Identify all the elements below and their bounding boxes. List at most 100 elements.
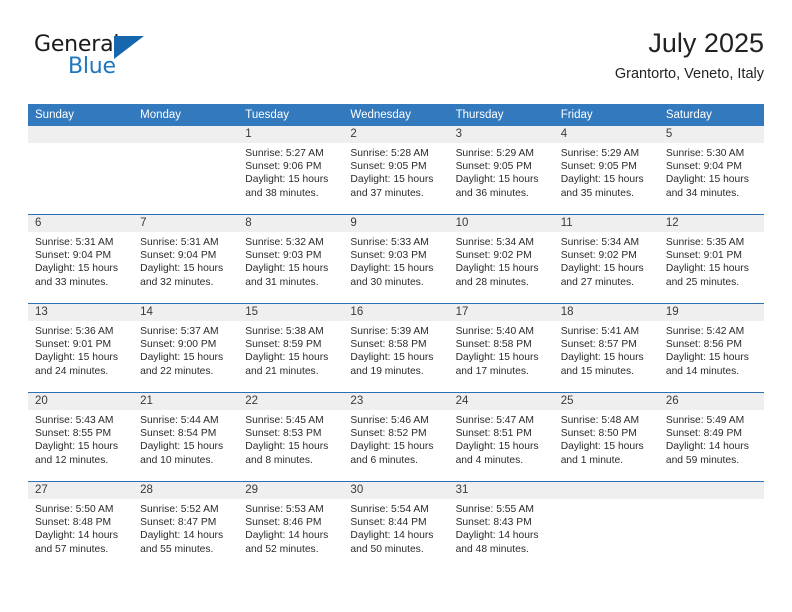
calendar-day-cell[interactable]: 13 Sunrise: 5:36 AM Sunset: 9:01 PM Dayligh… [28, 303, 134, 393]
calendar-day-cell[interactable]: 31 Sunrise: 5:55 AM Sunset: 8:43 PM Dayligh… [448, 481, 554, 570]
day-cell-content: 28 Sunrise: 5:52 AM Sunset: 8:47 PM Dayligh… [133, 482, 239, 570]
sunset-text: Sunset: 8:48 PM [35, 517, 112, 529]
daylight-text-line1: Daylight: 15 hours [245, 441, 329, 453]
day-cell-content: 13 Sunrise: 5:36 AM Sunset: 9:01 PM Dayligh… [28, 304, 134, 392]
calendar-day-cell[interactable]: 14 Sunrise: 5:37 AM Sunset: 9:00 PM Dayligh… [133, 303, 239, 393]
calendar-day-cell[interactable]: 1 Sunrise: 5:27 AM Sunset: 9:06 PM Daylight… [238, 126, 344, 215]
day-number: 11 [553, 215, 659, 232]
sunrise-text: Sunrise: 5:34 AM [560, 237, 640, 248]
calendar-day-cell[interactable]: 29 Sunrise: 5:53 AM Sunset: 8:46 PM Dayligh… [238, 481, 344, 570]
day-number: 7 [133, 215, 239, 232]
sunset-text: Sunset: 9:04 PM [665, 161, 742, 173]
day-sun-info: Sunrise: 5:54 AM Sunset: 8:44 PM Daylight:… [343, 499, 448, 556]
calendar-day-cell[interactable]: 20 Sunrise: 5:43 AM Sunset: 8:55 PM Dayligh… [28, 392, 134, 482]
day-cell-content: 20 Sunrise: 5:43 AM Sunset: 8:55 PM Dayligh… [28, 393, 134, 481]
day-cell-content: 17 Sunrise: 5:40 AM Sunset: 8:58 PM Dayligh… [448, 304, 554, 392]
day-sun-info: Sunrise: 5:31 AM Sunset: 9:04 PM Daylight:… [133, 232, 238, 289]
calendar-week-row: 13 Sunrise: 5:36 AM Sunset: 9:01 PM Dayligh… [28, 303, 764, 393]
sunset-text: Sunset: 9:00 PM [140, 339, 217, 351]
sunset-text: Sunset: 8:47 PM [140, 517, 217, 529]
day-cell-content: 2 Sunrise: 5:28 AM Sunset: 9:05 PM Daylight… [343, 126, 449, 214]
calendar-day-cell[interactable]: 18 Sunrise: 5:41 AM Sunset: 8:57 PM Dayligh… [553, 303, 659, 393]
calendar-day-cell[interactable]: 2 Sunrise: 5:28 AM Sunset: 9:05 PM Daylight… [343, 126, 449, 215]
day-sun-info: Sunrise: 5:43 AM Sunset: 8:55 PM Daylight:… [28, 410, 133, 467]
calendar-day-cell[interactable]: 27 Sunrise: 5:50 AM Sunset: 8:48 PM Dayligh… [28, 481, 134, 570]
calendar-day-cell[interactable]: 11 Sunrise: 5:34 AM Sunset: 9:02 PM Dayligh… [553, 214, 659, 304]
day-number: 12 [658, 215, 764, 232]
page-title: July 2025 [648, 28, 764, 58]
calendar-day-cell[interactable]: 8 Sunrise: 5:32 AM Sunset: 9:03 PM Daylight… [238, 214, 344, 304]
day-cell-content: 24 Sunrise: 5:47 AM Sunset: 8:51 PM Dayligh… [448, 393, 554, 481]
daylight-text-line1: Daylight: 15 hours [245, 263, 329, 275]
calendar-day-cell[interactable]: 22 Sunrise: 5:45 AM Sunset: 8:53 PM Dayligh… [238, 392, 344, 482]
sunrise-text: Sunrise: 5:43 AM [35, 415, 114, 426]
sunset-text: Sunset: 8:59 PM [245, 339, 322, 351]
calendar-day-cell[interactable]: 12 Sunrise: 5:35 AM Sunset: 9:01 PM Dayligh… [658, 214, 764, 304]
calendar-day-cell[interactable]: 19 Sunrise: 5:42 AM Sunset: 8:56 PM Dayligh… [658, 303, 764, 393]
weekday-header-monday: Monday [133, 104, 239, 126]
day-cell-content [553, 482, 659, 570]
weekday-header-friday: Friday [553, 104, 659, 126]
calendar-day-cell[interactable]: 6 Sunrise: 5:31 AM Sunset: 9:04 PM Daylight… [28, 214, 134, 304]
brand-triangle-icon [114, 36, 144, 59]
day-cell-content [133, 126, 239, 214]
daylight-text-line1: Daylight: 15 hours [245, 174, 329, 186]
sunset-text: Sunset: 8:43 PM [455, 517, 532, 529]
day-sun-info: Sunrise: 5:49 AM Sunset: 8:49 PM Daylight:… [659, 410, 764, 467]
sunset-text: Sunset: 9:01 PM [665, 250, 742, 262]
day-number: 17 [448, 304, 554, 321]
sunrise-text: Sunrise: 5:29 AM [455, 148, 534, 159]
day-sun-info: Sunrise: 5:45 AM Sunset: 8:53 PM Daylight:… [238, 410, 343, 467]
calendar-day-cell[interactable]: 26 Sunrise: 5:49 AM Sunset: 8:49 PM Dayligh… [658, 392, 764, 482]
sunset-text: Sunset: 9:06 PM [245, 161, 322, 173]
sunset-text: Sunset: 8:56 PM [665, 339, 742, 351]
calendar-day-cell[interactable]: 15 Sunrise: 5:38 AM Sunset: 8:59 PM Dayligh… [238, 303, 344, 393]
sunrise-text: Sunrise: 5:42 AM [665, 326, 745, 337]
calendar-day-cell[interactable]: 21 Sunrise: 5:44 AM Sunset: 8:54 PM Dayligh… [133, 392, 239, 482]
calendar-day-cell[interactable]: 4 Sunrise: 5:29 AM Sunset: 9:05 PM Daylight… [553, 126, 659, 215]
sunset-text: Sunset: 9:01 PM [35, 339, 112, 351]
calendar-day-cell[interactable]: 9 Sunrise: 5:33 AM Sunset: 9:03 PM Daylight… [343, 214, 449, 304]
daylight-text-line1: Daylight: 15 hours [455, 352, 539, 364]
day-cell-content: 7 Sunrise: 5:31 AM Sunset: 9:04 PM Daylight… [133, 215, 239, 303]
weekday-header-tuesday: Tuesday [238, 104, 344, 126]
sunset-text: Sunset: 9:02 PM [455, 250, 532, 262]
sunrise-text: Sunrise: 5:30 AM [665, 148, 745, 159]
day-sun-info: Sunrise: 5:55 AM Sunset: 8:43 PM Daylight:… [449, 499, 554, 556]
day-cell-content: 10 Sunrise: 5:34 AM Sunset: 9:02 PM Dayligh… [448, 215, 554, 303]
sunset-text: Sunset: 9:03 PM [245, 250, 322, 262]
sunset-text: Sunset: 8:57 PM [560, 339, 637, 351]
day-cell-content: 21 Sunrise: 5:44 AM Sunset: 8:54 PM Dayligh… [133, 393, 239, 481]
sunset-text: Sunset: 8:52 PM [350, 428, 427, 440]
calendar-day-cell[interactable]: 30 Sunrise: 5:54 AM Sunset: 8:44 PM Dayligh… [343, 481, 449, 570]
day-cell-content: 15 Sunrise: 5:38 AM Sunset: 8:59 PM Dayligh… [238, 304, 344, 392]
day-cell-content: 11 Sunrise: 5:34 AM Sunset: 9:02 PM Dayligh… [553, 215, 659, 303]
calendar-day-cell[interactable]: 25 Sunrise: 5:48 AM Sunset: 8:50 PM Dayligh… [553, 392, 659, 482]
daylight-text-line2: and 10 minutes. [140, 454, 214, 466]
sunrise-text: Sunrise: 5:50 AM [35, 504, 114, 515]
day-number: 18 [553, 304, 659, 321]
calendar-week-row: 6 Sunrise: 5:31 AM Sunset: 9:04 PM Daylight… [28, 214, 764, 304]
day-cell-content: 14 Sunrise: 5:37 AM Sunset: 9:00 PM Dayligh… [133, 304, 239, 392]
day-number: 31 [448, 482, 554, 499]
daylight-text-line1: Daylight: 15 hours [560, 263, 644, 275]
calendar-day-cell[interactable]: 16 Sunrise: 5:39 AM Sunset: 8:58 PM Dayligh… [343, 303, 449, 393]
calendar-day-cell[interactable]: 7 Sunrise: 5:31 AM Sunset: 9:04 PM Daylight… [133, 214, 239, 304]
brand-logo[interactable]: General Blue [34, 32, 164, 84]
sunrise-text: Sunrise: 5:36 AM [35, 326, 114, 337]
calendar-day-cell[interactable]: 24 Sunrise: 5:47 AM Sunset: 8:51 PM Dayligh… [448, 392, 554, 482]
calendar-day-cell[interactable]: 10 Sunrise: 5:34 AM Sunset: 9:02 PM Dayligh… [448, 214, 554, 304]
calendar-page: General Blue July 2025 Grantorto, Veneto… [0, 0, 792, 612]
day-cell-content: 31 Sunrise: 5:55 AM Sunset: 8:43 PM Dayligh… [448, 482, 554, 570]
calendar-day-cell[interactable]: 3 Sunrise: 5:29 AM Sunset: 9:05 PM Daylight… [448, 126, 554, 215]
sunrise-text: Sunrise: 5:31 AM [35, 237, 114, 248]
calendar-day-cell[interactable]: 5 Sunrise: 5:30 AM Sunset: 9:04 PM Daylight… [658, 126, 764, 215]
daylight-text-line1: Daylight: 14 hours [455, 530, 539, 542]
day-sun-info: Sunrise: 5:50 AM Sunset: 8:48 PM Daylight:… [28, 499, 133, 556]
calendar-day-cell[interactable]: 17 Sunrise: 5:40 AM Sunset: 8:58 PM Dayligh… [448, 303, 554, 393]
day-number: 10 [448, 215, 554, 232]
calendar-day-cell[interactable]: 23 Sunrise: 5:46 AM Sunset: 8:52 PM Dayligh… [343, 392, 449, 482]
day-number: 28 [133, 482, 239, 499]
calendar-day-cell[interactable]: 28 Sunrise: 5:52 AM Sunset: 8:47 PM Dayligh… [133, 481, 239, 570]
day-cell-content: 12 Sunrise: 5:35 AM Sunset: 9:01 PM Dayligh… [658, 215, 764, 303]
